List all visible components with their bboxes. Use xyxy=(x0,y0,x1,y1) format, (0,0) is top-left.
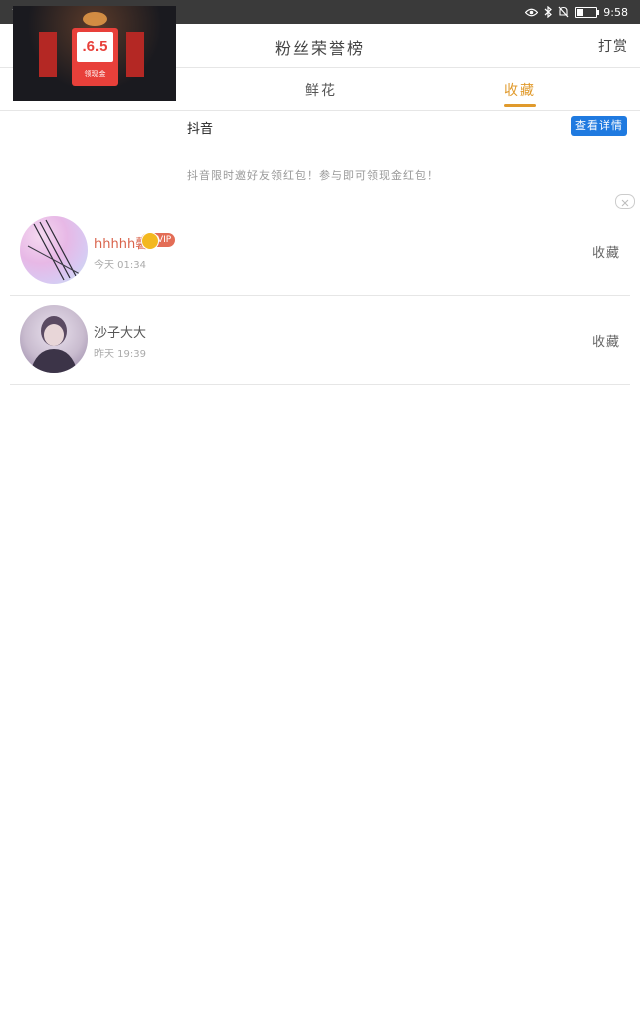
ad-image[interactable]: .6.5 领现金 xyxy=(13,6,176,101)
status-bar-right: 9:58 xyxy=(525,3,628,21)
ad-decoration-right xyxy=(126,32,144,77)
vip-label: VIP xyxy=(157,235,172,245)
timestamp: 昨天 19:39 xyxy=(94,349,146,360)
user-name: 沙子大大 xyxy=(94,326,147,341)
ad-glow xyxy=(83,12,107,26)
user-name: hhhhh馨 xyxy=(94,237,149,252)
bluetooth-icon xyxy=(544,6,553,18)
tab-flowers[interactable]: 鲜花 xyxy=(305,80,337,100)
vip-coin-icon xyxy=(141,232,159,250)
status-time: 9:58 xyxy=(603,5,628,19)
mute-icon xyxy=(558,6,569,18)
ad-brand: 抖音 xyxy=(187,122,214,137)
timestamp: 今天 01:34 xyxy=(94,260,146,271)
battery-fill xyxy=(577,8,584,16)
ad-description: 抖音限时邀好友领红包！参与即可领现金红包！ xyxy=(187,169,439,182)
list-item[interactable]: hhhhh馨 VIP 今天 01:34 收藏 xyxy=(10,206,630,296)
eye-icon xyxy=(525,8,539,17)
battery-icon xyxy=(575,6,600,18)
active-tab-indicator xyxy=(504,104,536,107)
avatar[interactable] xyxy=(20,216,88,284)
vip-badge: VIP xyxy=(141,232,176,250)
tab-favorites[interactable]: 收藏 xyxy=(504,80,536,100)
ad-amount: .6.5 xyxy=(77,32,113,62)
avatar[interactable] xyxy=(20,305,88,373)
view-details-button[interactable]: 查看详情 xyxy=(571,116,627,136)
tip-button[interactable]: 打赏 xyxy=(598,36,628,56)
ad-image-button-text: 领现金 xyxy=(84,70,106,78)
list-item[interactable]: 沙子大大 昨天 19:39 收藏 xyxy=(10,295,630,385)
favorite-label[interactable]: 收藏 xyxy=(592,242,620,261)
favorite-label[interactable]: 收藏 xyxy=(592,331,620,350)
ad-decoration-left xyxy=(39,32,57,77)
